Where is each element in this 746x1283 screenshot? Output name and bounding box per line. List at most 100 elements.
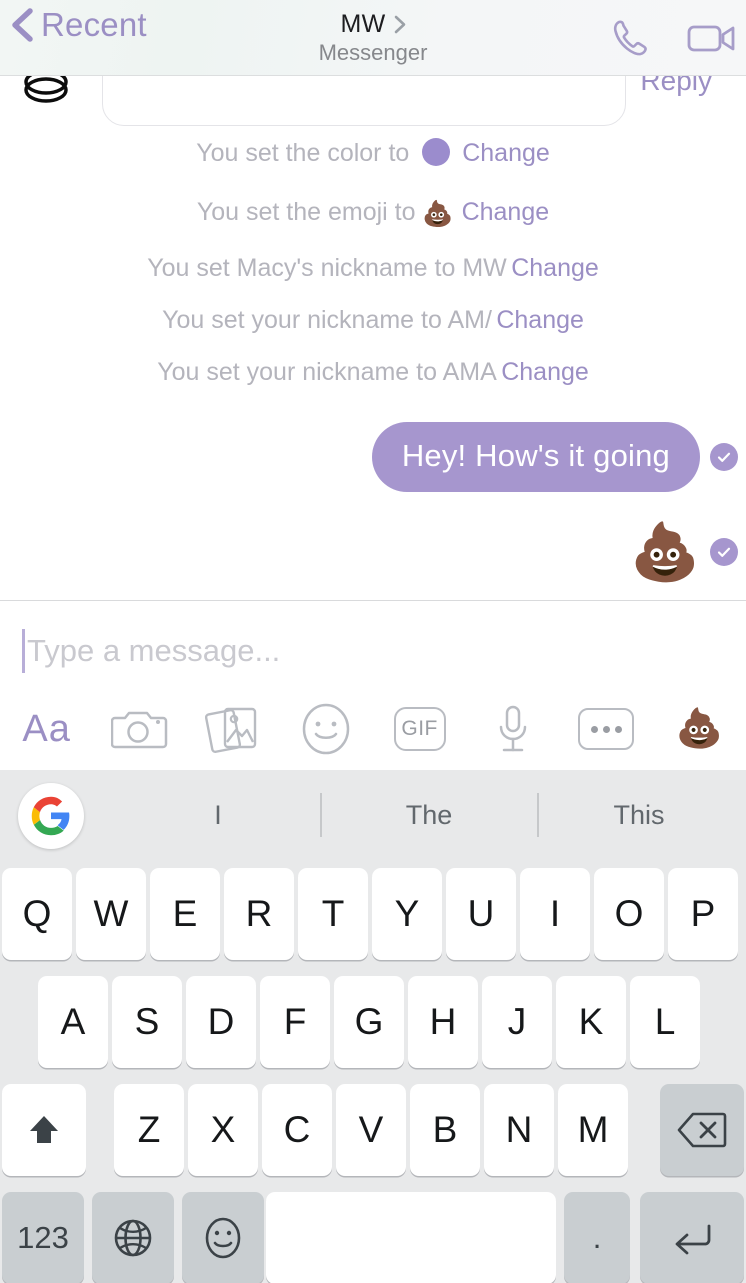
suggestion-item-2[interactable]: The	[322, 770, 536, 860]
suggestion-item-1[interactable]: I	[118, 770, 318, 860]
key-b[interactable]: B	[410, 1084, 480, 1176]
key-p[interactable]: P	[668, 868, 738, 960]
message-emoji[interactable]: 💩	[630, 524, 700, 580]
reply-label[interactable]: Reply	[640, 76, 712, 97]
key-l[interactable]: L	[630, 976, 700, 1068]
period-key[interactable]: .	[564, 1192, 630, 1283]
change-color-link[interactable]: Change	[462, 139, 550, 167]
numeric-key[interactable]: 123	[2, 1192, 84, 1283]
gif-label: GIF	[394, 707, 446, 751]
gif-button[interactable]: GIF	[373, 693, 466, 765]
key-g[interactable]: G	[334, 976, 404, 1068]
key-n[interactable]: N	[484, 1084, 554, 1176]
change-emoji-link[interactable]: Change	[462, 198, 550, 226]
key-a[interactable]: A	[38, 976, 108, 1068]
message-row-outgoing-emoji: 💩	[630, 524, 738, 580]
key-o[interactable]: O	[594, 868, 664, 960]
camera-button[interactable]	[93, 693, 186, 765]
delivered-status-badge	[710, 443, 738, 471]
smiley-icon	[300, 703, 352, 755]
reply-card-cutoff[interactable]	[102, 76, 626, 126]
more-options-button[interactable]	[560, 693, 653, 765]
key-k[interactable]: K	[556, 976, 626, 1068]
globe-icon	[112, 1217, 154, 1259]
microphone-button[interactable]	[466, 693, 559, 765]
space-key[interactable]	[266, 1192, 556, 1283]
key-r[interactable]: R	[224, 868, 294, 960]
photos-button[interactable]	[187, 693, 280, 765]
emoji-face-icon	[202, 1216, 244, 1260]
virtual-keyboard: I The This Q W E R T Y U I O P A S D F G…	[0, 770, 746, 1283]
chevron-left-icon	[10, 7, 34, 43]
change-nickname-link[interactable]: Change	[496, 306, 584, 334]
message-row-outgoing: Hey! How's it going	[372, 422, 738, 492]
composer-toolbar: Aa	[0, 693, 746, 765]
message-bubble[interactable]: Hey! How's it going	[372, 422, 700, 492]
text-cursor	[22, 629, 25, 673]
emoji-key[interactable]	[182, 1192, 264, 1283]
key-z[interactable]: Z	[114, 1084, 184, 1176]
video-camera-icon[interactable]	[684, 11, 738, 65]
key-y[interactable]: Y	[372, 868, 442, 960]
key-w[interactable]: W	[76, 868, 146, 960]
keyboard-row-4: 123 .	[0, 1192, 746, 1283]
system-message-text: You set the color to	[196, 139, 409, 167]
page-subtitle: Messenger	[319, 40, 428, 66]
message-input-placeholder: Type a message...	[27, 633, 280, 669]
system-message-color: You set the color to Change	[0, 138, 746, 168]
quick-emoji-button[interactable]: 💩	[653, 693, 746, 765]
system-message-text: You set your nickname to AM/	[162, 306, 492, 334]
suggestion-bar: I The This	[0, 770, 746, 860]
shift-arrow-icon	[24, 1110, 64, 1150]
sticker-button[interactable]	[280, 693, 373, 765]
system-message-text: You set the emoji to	[197, 198, 416, 226]
conversation-list[interactable]: Reply You set the color to Change You se…	[0, 76, 746, 600]
backspace-key[interactable]	[660, 1084, 744, 1176]
suggestion-item-3[interactable]: This	[539, 770, 739, 860]
message-input[interactable]: Type a message...	[0, 601, 746, 701]
system-message-text: You set Macy's nickname to MW	[147, 254, 507, 282]
return-key[interactable]	[640, 1192, 744, 1283]
keyboard-row-1: Q W E R T Y U I O P	[0, 868, 746, 966]
avatar	[20, 76, 72, 110]
page-title: MW	[340, 10, 385, 39]
messenger-screen: Recent MW Messenger	[0, 0, 746, 1283]
camera-icon	[111, 706, 169, 752]
theme-color-dot	[422, 138, 450, 166]
key-s[interactable]: S	[112, 976, 182, 1068]
key-c[interactable]: C	[262, 1084, 332, 1176]
system-message-nickname-macy: You set Macy's nickname to MW Change	[0, 254, 746, 283]
system-message-nickname-own-2: You set your nickname to AMA Change	[0, 358, 746, 387]
keyboard-row-2: A S D F G H J K L	[0, 976, 746, 1074]
key-h[interactable]: H	[408, 976, 478, 1068]
google-logo-icon[interactable]	[18, 783, 84, 849]
key-q[interactable]: Q	[2, 868, 72, 960]
phone-icon[interactable]	[604, 11, 658, 65]
change-nickname-link[interactable]: Change	[511, 254, 599, 282]
key-v[interactable]: V	[336, 1084, 406, 1176]
photos-icon	[205, 703, 261, 755]
key-e[interactable]: E	[150, 868, 220, 960]
key-f[interactable]: F	[260, 976, 330, 1068]
shift-key[interactable]	[2, 1084, 86, 1176]
microphone-icon	[496, 703, 530, 755]
key-i[interactable]: I	[520, 868, 590, 960]
key-d[interactable]: D	[186, 976, 256, 1068]
key-x[interactable]: X	[188, 1084, 258, 1176]
theme-emoji: 💩	[422, 200, 453, 228]
back-to-recent-button[interactable]: Recent	[10, 6, 147, 44]
key-u[interactable]: U	[446, 868, 516, 960]
text-format-label: Aa	[22, 708, 70, 751]
globe-key[interactable]	[92, 1192, 174, 1283]
change-nickname-link[interactable]: Change	[501, 358, 589, 386]
app-header: Recent MW Messenger	[0, 0, 746, 76]
keyboard-row-3: Z X C V B N M	[0, 1084, 746, 1182]
back-label: Recent	[41, 6, 147, 44]
key-m[interactable]: M	[558, 1084, 628, 1176]
key-t[interactable]: T	[298, 868, 368, 960]
conversation-title-button[interactable]: MW	[340, 10, 405, 39]
text-format-button[interactable]: Aa	[0, 693, 93, 765]
key-j[interactable]: J	[482, 976, 552, 1068]
poop-emoji-icon: 💩	[676, 707, 723, 751]
message-composer: Type a message... Aa	[0, 600, 746, 770]
